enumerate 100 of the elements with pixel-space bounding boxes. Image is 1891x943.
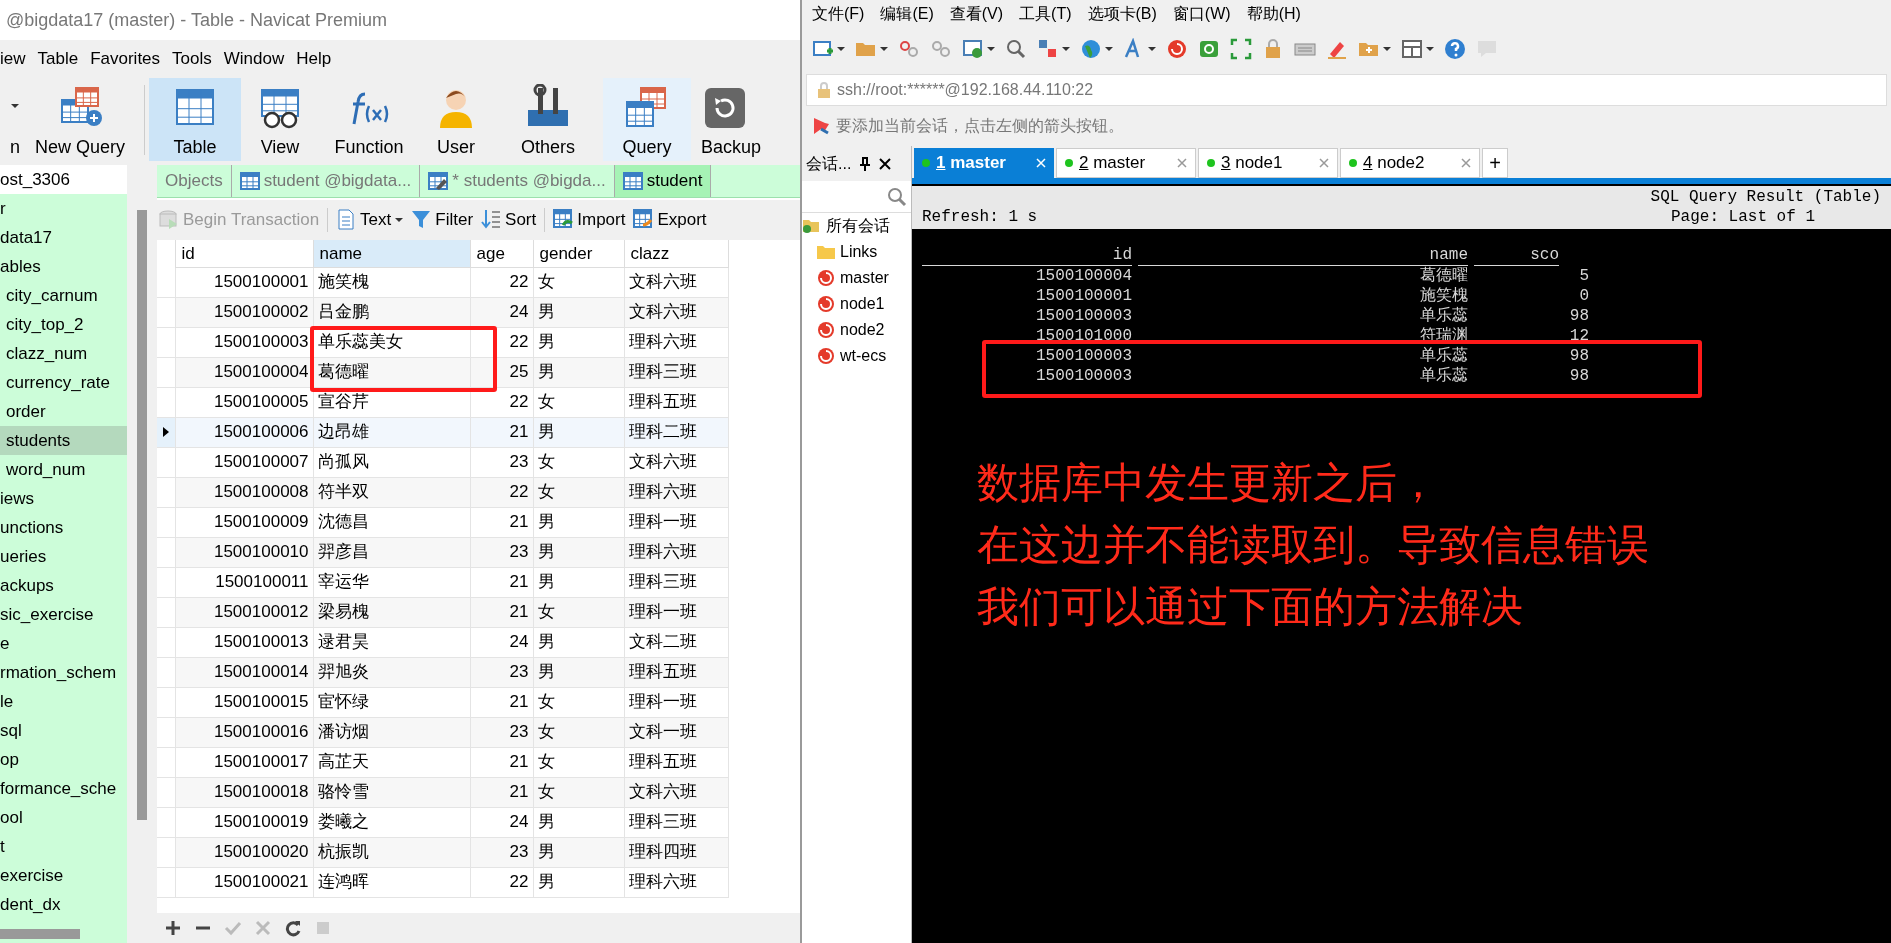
sidebar-item[interactable]: ost_3306 bbox=[0, 165, 127, 194]
tree-item[interactable]: node2 bbox=[802, 317, 911, 343]
menu-item[interactable]: Tools bbox=[172, 46, 212, 72]
scrollbar-thumb[interactable] bbox=[137, 210, 147, 820]
pin-button[interactable] bbox=[859, 156, 872, 171]
toolbar-button[interactable]: n bbox=[0, 78, 20, 161]
table-cell: 22 bbox=[470, 267, 533, 297]
menu-item[interactable]: 查看(V) bbox=[949, 2, 1004, 26]
tab[interactable]: 4 node2 bbox=[1340, 148, 1480, 178]
close-button[interactable] bbox=[879, 157, 892, 170]
tree-item[interactable]: node1 bbox=[802, 291, 911, 317]
sidebar-item[interactable]: city_carnum bbox=[0, 281, 127, 310]
layout-button[interactable] bbox=[1401, 38, 1434, 60]
sidebar-item[interactable]: ool bbox=[0, 803, 127, 832]
column-header[interactable]: id bbox=[175, 240, 313, 267]
menu-item[interactable]: Window bbox=[223, 46, 285, 72]
sidebar-item[interactable]: op bbox=[0, 745, 127, 774]
sidebar-item[interactable]: sql bbox=[0, 716, 127, 745]
refresh-button[interactable] bbox=[283, 918, 303, 938]
font-button[interactable] bbox=[1123, 38, 1156, 60]
table-cell: 女 bbox=[533, 687, 624, 717]
toolbar-button[interactable]: Function bbox=[319, 78, 419, 161]
table-cell: 24 bbox=[470, 807, 533, 837]
column-header[interactable]: name bbox=[313, 240, 470, 267]
menu-item[interactable]: Favorites bbox=[90, 46, 161, 72]
sidebar-item[interactable]: formance_sche bbox=[0, 774, 127, 803]
menu-item[interactable]: 工具(T) bbox=[1019, 2, 1072, 26]
table-cell: 理科五班 bbox=[624, 747, 728, 777]
table-cell: 宰运华 bbox=[313, 567, 470, 597]
fullscreen-button[interactable] bbox=[1230, 38, 1252, 60]
tab[interactable]: student @bigdata... bbox=[231, 165, 421, 197]
globe-button[interactable] bbox=[1080, 38, 1113, 60]
toolbar-button[interactable]: Export bbox=[633, 207, 707, 233]
table-cell: 女 bbox=[533, 267, 624, 297]
menu-item[interactable]: 编辑(E) bbox=[880, 2, 934, 26]
tab[interactable]: * students @bigda... bbox=[420, 165, 615, 197]
sidebar-item[interactable]: ueries bbox=[0, 542, 127, 571]
tree-item[interactable]: wt-ecs bbox=[802, 343, 911, 369]
toolbar-button[interactable]: Filter bbox=[411, 207, 474, 233]
column-header[interactable]: clazz bbox=[624, 240, 728, 267]
table-cell: 23 bbox=[470, 537, 533, 567]
sidebar-item[interactable]: r bbox=[0, 194, 127, 223]
column-header[interactable]: age bbox=[470, 240, 533, 267]
toolbar-button[interactable]: Query bbox=[603, 78, 691, 161]
sidebar-item[interactable]: dent_dx bbox=[0, 890, 127, 919]
menu-item[interactable]: iew bbox=[0, 46, 26, 72]
tree-item[interactable]: Links bbox=[802, 239, 911, 265]
menu-item[interactable]: 选项卡(B) bbox=[1087, 2, 1157, 26]
sidebar-item[interactable]: iews bbox=[0, 484, 127, 513]
column-header[interactable]: gender bbox=[533, 240, 624, 267]
tab[interactable]: student bbox=[614, 165, 712, 197]
toolbar-button[interactable]: Others bbox=[493, 78, 603, 161]
menu-item[interactable]: Help bbox=[296, 46, 332, 72]
sidebar-item[interactable]: ackups bbox=[0, 571, 127, 600]
menu-item[interactable]: 文件(F) bbox=[812, 2, 865, 26]
toolbar-button[interactable]: Table bbox=[149, 78, 241, 161]
search-button[interactable] bbox=[1005, 38, 1027, 60]
toolbar-button[interactable]: Backup bbox=[691, 78, 761, 161]
menu-item[interactable]: 窗口(W) bbox=[1172, 2, 1231, 26]
sidebar-item[interactable]: t bbox=[0, 832, 127, 861]
toolbar-button[interactable]: View bbox=[241, 78, 319, 161]
sidebar-item[interactable]: le bbox=[0, 687, 127, 716]
sidebar-item[interactable]: order bbox=[0, 397, 127, 426]
sidebar-item[interactable]: unctions bbox=[0, 513, 127, 542]
sidebar-item[interactable]: sic_exercise bbox=[0, 600, 127, 629]
new-tab-button[interactable]: + bbox=[1482, 148, 1508, 178]
help-button[interactable] bbox=[1444, 38, 1466, 60]
table-cell: 理科六班 bbox=[624, 327, 728, 357]
table-cell: 22 bbox=[470, 477, 533, 507]
row-header[interactable] bbox=[157, 417, 175, 447]
sidebar-item[interactable]: e bbox=[0, 629, 127, 658]
sidebar-item[interactable]: exercise bbox=[0, 861, 127, 890]
menu-item[interactable]: Table bbox=[37, 46, 79, 72]
tab[interactable]: 3 node1 bbox=[1198, 148, 1338, 178]
sidebar-item[interactable]: city_top_2 bbox=[0, 310, 127, 339]
sidebar-item[interactable]: clazz_num bbox=[0, 339, 127, 368]
sidebar-item[interactable]: data17 bbox=[0, 223, 127, 252]
toolbar-button[interactable]: Text bbox=[336, 207, 404, 233]
sidebar-item[interactable]: ables bbox=[0, 252, 127, 281]
address-field[interactable]: ssh://root:******@192.168.44.110:22 bbox=[806, 74, 1887, 106]
menu-item[interactable]: 帮助(H) bbox=[1246, 2, 1301, 26]
tree-item[interactable]: master bbox=[802, 265, 911, 291]
sidebar-item[interactable]: students bbox=[0, 426, 127, 455]
toolbar-button[interactable]: Import bbox=[553, 207, 626, 233]
tab[interactable]: Objects bbox=[157, 165, 232, 197]
tab[interactable]: 2 master bbox=[1056, 148, 1196, 178]
sidebar-item[interactable]: word_num bbox=[0, 455, 127, 484]
spiral-button[interactable] bbox=[1166, 38, 1188, 60]
toolbar-button[interactable]: User bbox=[419, 78, 493, 161]
plus-button[interactable] bbox=[163, 918, 183, 938]
scrollbar-thumb[interactable] bbox=[0, 929, 80, 939]
table-cell: 21 bbox=[470, 567, 533, 597]
toolbar-button[interactable]: New Query bbox=[20, 78, 140, 161]
fullscreen-icon bbox=[1230, 38, 1252, 60]
tab[interactable]: 1 master bbox=[914, 148, 1054, 178]
sidebar-item[interactable]: currency_rate bbox=[0, 368, 127, 397]
tree-item[interactable]: 所有会话 bbox=[802, 213, 911, 239]
toolbar-button[interactable]: Sort bbox=[481, 207, 537, 233]
sidebar-item[interactable]: rmation_schem bbox=[0, 658, 127, 687]
spiral-icon bbox=[816, 346, 836, 366]
